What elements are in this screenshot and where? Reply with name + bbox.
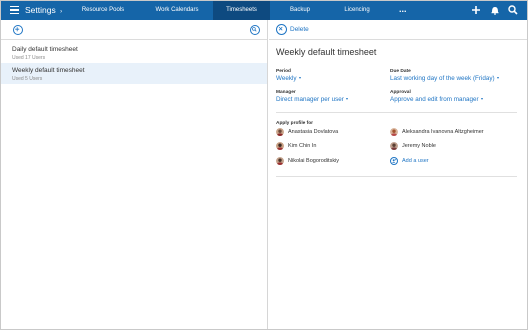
due-date-value: Last working day of the week (Friday): [390, 75, 495, 82]
add-user-label: Add a user: [402, 158, 429, 164]
timesheet-usage: Used 17 Users: [12, 55, 46, 61]
delete-label[interactable]: Delete: [290, 26, 309, 33]
app-window: Settings › Resource Pools Work Calendars…: [0, 0, 528, 330]
tab-resource-pools[interactable]: Resource Pools: [73, 1, 133, 20]
timesheet-list-pane: Daily default timesheet Used 17 Users We…: [1, 20, 268, 329]
due-date-label: Due Date: [390, 69, 411, 74]
user-entry: Nikolai Bogoroditskiy: [276, 157, 386, 167]
avatar: [276, 157, 284, 165]
manager-value: Direct manager per user: [276, 96, 344, 103]
add-user-button[interactable]: Add a user: [390, 157, 520, 167]
apply-profile-label: Apply profile for: [276, 121, 314, 126]
divider: [276, 112, 517, 113]
timesheet-usage: Used 5 Users: [12, 76, 43, 82]
list-toolbar: [1, 20, 267, 39]
period-label: Period: [276, 69, 291, 74]
top-nav-bar: Settings › Resource Pools Work Calendars…: [1, 1, 527, 20]
more-menu-button[interactable]: ...: [399, 1, 407, 20]
search-icon: [252, 27, 257, 32]
close-icon: [278, 26, 283, 31]
timesheet-detail-pane: Delete Weekly default timesheet Period W…: [269, 20, 527, 329]
avatar: [276, 142, 284, 150]
period-value: Weekly: [276, 75, 297, 82]
divider: [276, 176, 517, 177]
user-name: Anastasia Dovlatova: [288, 129, 339, 135]
chevron-down-icon: [496, 77, 499, 80]
approval-value: Approve and edit from manager: [390, 96, 479, 103]
user-name: Aleksandra Ivanovna Altzgheimer: [402, 129, 484, 135]
chevron-down-icon: [345, 98, 348, 101]
user-name: Nikolai Bogoroditskiy: [288, 158, 340, 164]
search-icon[interactable]: [507, 4, 519, 16]
timesheet-list-item[interactable]: Daily default timesheet Used 17 Users: [1, 42, 267, 63]
manager-label: Manager: [276, 90, 296, 95]
due-date-dropdown[interactable]: Last working day of the week (Friday): [390, 75, 499, 82]
delete-button[interactable]: [276, 24, 287, 35]
user-name: Kim Chin In: [288, 143, 317, 149]
tab-timesheets[interactable]: Timesheets: [213, 1, 270, 20]
manager-dropdown[interactable]: Direct manager per user: [276, 96, 348, 103]
period-dropdown[interactable]: Weekly: [276, 75, 301, 82]
approval-label: Approval: [390, 90, 411, 95]
user-entry: Kim Chin In: [276, 142, 386, 152]
chevron-down-icon: [480, 98, 483, 101]
hamburger-menu-icon[interactable]: [10, 6, 19, 15]
bell-icon[interactable]: [489, 4, 501, 16]
avatar: [276, 128, 284, 136]
user-entry: Aleksandra Ivanovna Altzgheimer: [390, 128, 520, 138]
avatar: [390, 128, 398, 136]
user-entry: Jeremy Noble: [390, 142, 520, 152]
timesheet-title: Weekly default timesheet: [276, 47, 377, 57]
divider: [1, 39, 267, 40]
avatar: [390, 142, 398, 150]
tab-licencing[interactable]: Licencing: [338, 1, 376, 20]
tab-work-calendars[interactable]: Work Calendars: [144, 1, 210, 20]
settings-label: Settings: [25, 5, 56, 15]
tab-backup[interactable]: Backup: [283, 1, 317, 20]
user-entry: Anastasia Dovlatova: [276, 128, 386, 138]
chevron-right-icon: ›: [60, 9, 63, 15]
chevron-down-icon: [298, 77, 301, 80]
approval-dropdown[interactable]: Approve and edit from manager: [390, 96, 483, 103]
timesheet-list-item-selected[interactable]: Weekly default timesheet Used 5 Users: [1, 63, 267, 84]
settings-breadcrumb[interactable]: Settings ›: [25, 5, 62, 15]
user-name: Jeremy Noble: [402, 143, 436, 149]
search-list-button[interactable]: [250, 25, 260, 35]
plus-icon[interactable]: [470, 4, 482, 16]
plus-icon: [15, 27, 20, 32]
timesheet-name: Daily default timesheet: [12, 46, 78, 53]
divider: [269, 39, 527, 40]
add-timesheet-button[interactable]: [13, 25, 23, 35]
timesheet-name: Weekly default timesheet: [12, 67, 85, 74]
add-user-icon: [390, 157, 398, 165]
